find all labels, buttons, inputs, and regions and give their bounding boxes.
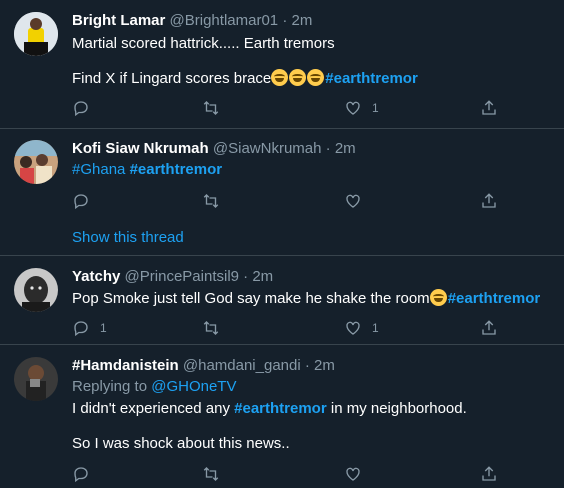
retweet-icon <box>203 321 219 335</box>
retweet-button[interactable] <box>202 191 230 211</box>
separator-dot: · <box>282 12 288 29</box>
reply-button[interactable] <box>72 98 100 118</box>
display-name[interactable]: Yatchy <box>72 268 120 285</box>
tweet-text-line: I didn't experienced any #earthtremor in… <box>72 400 467 418</box>
retweet-icon <box>203 467 219 481</box>
like-button[interactable]: 1 <box>344 318 379 338</box>
reply-icon <box>74 194 88 210</box>
share-button[interactable] <box>480 191 498 211</box>
share-icon <box>482 100 496 115</box>
retweet-button[interactable] <box>202 318 230 338</box>
tweet-header: Yatchy @PrincePaintsil9 · 2m <box>72 268 273 286</box>
laughing-emoji-icon <box>289 69 307 86</box>
tweet-text: Pop Smoke just tell God say make he shak… <box>72 290 430 307</box>
tweet-header: Kofi Siaw Nkrumah @SiawNkrumah · 2m <box>72 140 356 158</box>
laughing-emoji-icon <box>271 69 289 86</box>
like-button[interactable] <box>344 191 372 211</box>
like-button[interactable] <box>344 464 372 484</box>
replying-to: Replying to @GHOneTV <box>72 378 236 396</box>
tweet-actions: 1 1 <box>72 318 512 338</box>
separator-dot: · <box>243 268 249 285</box>
user-handle[interactable]: @hamdani_gandi <box>183 357 301 374</box>
like-count: 1 <box>372 321 379 335</box>
avatar[interactable] <box>14 357 58 401</box>
tweet-actions <box>72 191 512 211</box>
separator-dot: · <box>325 140 331 157</box>
reply-icon <box>74 101 88 117</box>
avatar[interactable] <box>14 268 58 312</box>
display-name[interactable]: Bright Lamar <box>72 12 165 29</box>
hashtag-link[interactable]: #earthtremor <box>325 70 418 87</box>
timestamp[interactable]: 2m <box>335 140 356 157</box>
heart-icon <box>346 321 360 335</box>
timestamp[interactable]: 2m <box>252 268 273 285</box>
reply-button[interactable]: 1 <box>72 318 107 338</box>
separator-dot: · <box>304 357 310 374</box>
retweet-button[interactable] <box>202 98 230 118</box>
replying-to-label: Replying to <box>72 378 148 395</box>
hashtag-link[interactable]: #earthtremor <box>448 290 541 307</box>
timestamp[interactable]: 2m <box>314 357 335 374</box>
share-icon <box>482 320 496 335</box>
share-icon <box>482 466 496 481</box>
reply-mention-link[interactable]: @GHOneTV <box>151 378 236 395</box>
user-handle[interactable]: @SiawNkrumah <box>213 140 322 157</box>
retweet-button[interactable] <box>202 464 230 484</box>
heart-icon <box>346 467 360 481</box>
user-handle[interactable]: @Brightlamar01 <box>170 12 279 29</box>
hashtag-link[interactable]: #earthtremor <box>130 161 223 178</box>
retweet-icon <box>203 194 219 208</box>
laughing-emoji-icon <box>307 69 325 86</box>
heart-icon <box>346 101 360 115</box>
share-icon <box>482 193 496 208</box>
tweet-text-line: #Ghana #earthtremor <box>72 161 222 179</box>
hashtag-link[interactable]: #Ghana <box>72 161 125 178</box>
display-name[interactable]: Kofi Siaw Nkrumah <box>72 140 209 157</box>
show-thread-link[interactable]: Show this thread <box>72 229 184 246</box>
tweet-text: Find X if Lingard scores brace <box>72 70 272 87</box>
reply-icon <box>74 321 88 337</box>
display-name[interactable]: #Hamdanistein <box>72 357 179 374</box>
tweet-text-line: Find X if Lingard scores brace #earthtrem… <box>72 69 418 88</box>
tweet-actions <box>72 464 512 484</box>
reply-button[interactable] <box>72 464 100 484</box>
like-count: 1 <box>372 101 379 115</box>
like-button[interactable]: 1 <box>344 98 379 118</box>
user-handle[interactable]: @PrincePaintsil9 <box>125 268 239 285</box>
tweet-kofi-siaw-nkrumah[interactable]: Kofi Siaw Nkrumah @SiawNkrumah · 2m #Gha… <box>0 129 564 255</box>
tweet-text: I didn't experienced any <box>72 400 230 417</box>
tweet-bright-lamar[interactable]: Bright Lamar @Brightlamar01 · 2m Martial… <box>0 0 564 128</box>
share-button[interactable] <box>480 318 498 338</box>
retweet-icon <box>203 101 219 115</box>
avatar[interactable] <box>14 140 58 184</box>
avatar[interactable] <box>14 12 58 56</box>
tweet-text-line: So I was shock about this news.. <box>72 435 290 452</box>
reply-button[interactable] <box>72 191 100 211</box>
tweet-yatchy[interactable]: Yatchy @PrincePaintsil9 · 2m Pop Smoke j… <box>0 256 564 344</box>
share-button[interactable] <box>480 98 498 118</box>
reply-icon <box>74 467 88 483</box>
reply-count: 1 <box>100 321 107 335</box>
tweet-header: Bright Lamar @Brightlamar01 · 2m <box>72 12 312 30</box>
tweet-hamdanistein[interactable]: #Hamdanistein @hamdani_gandi · 2m Replyi… <box>0 345 564 488</box>
heart-icon <box>346 194 360 208</box>
tweet-text: in my neighborhood. <box>330 400 467 417</box>
timestamp[interactable]: 2m <box>291 12 312 29</box>
tweet-text-line: Pop Smoke just tell God say make he shak… <box>72 289 540 308</box>
tweet-text-line: Martial scored hattrick..... Earth tremo… <box>72 35 335 52</box>
laughing-emoji-icon <box>429 289 447 306</box>
tweet-actions: 1 <box>72 98 512 118</box>
share-button[interactable] <box>480 464 498 484</box>
hashtag-link[interactable]: #earthtremor <box>234 400 327 417</box>
tweet-header: #Hamdanistein @hamdani_gandi · 2m <box>72 357 335 375</box>
